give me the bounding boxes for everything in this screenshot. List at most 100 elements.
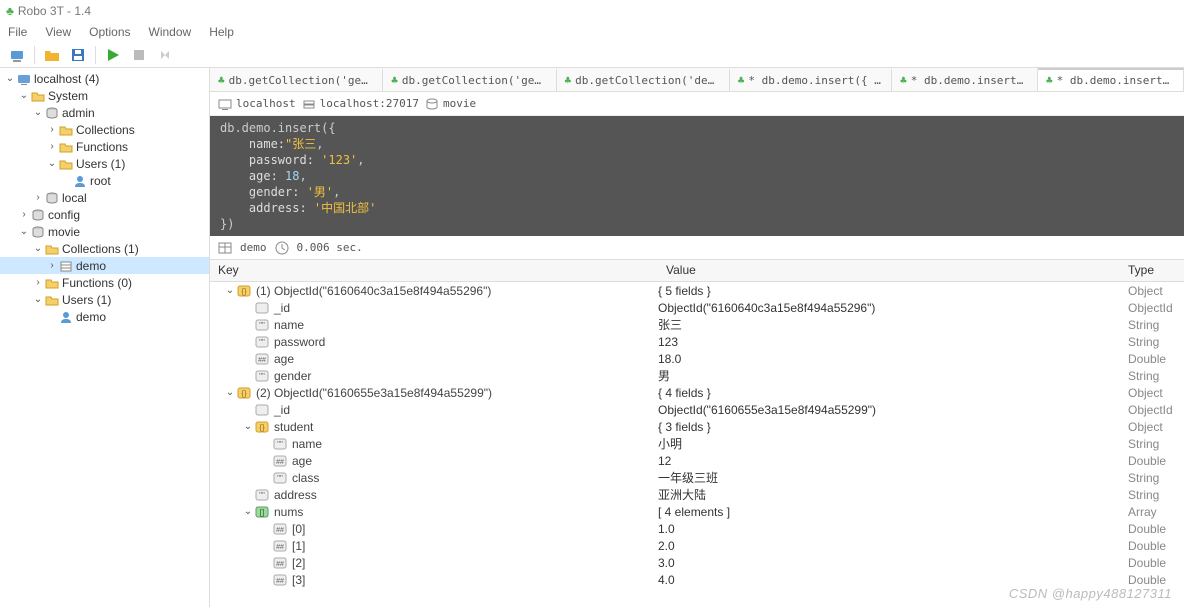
toggle-icon[interactable]: › xyxy=(46,141,58,152)
tree-item-admin[interactable]: ⌄admin xyxy=(0,104,209,121)
toggle-icon[interactable]: › xyxy=(32,277,44,288)
toggle-icon[interactable]: › xyxy=(46,260,58,271)
tree-item-users-1-[interactable]: ⌄ Users (1) xyxy=(0,155,209,172)
grid-row[interactable]: ⌄{}(2) ObjectId("6160655e3a15e8f494a5529… xyxy=(210,384,1184,401)
tree-label: root xyxy=(90,174,111,188)
app-title: Robo 3T - 1.4 xyxy=(18,4,91,18)
grid-row[interactable]: ##[1]2.0Double xyxy=(210,537,1184,554)
grid-type: Double xyxy=(1120,556,1184,570)
toggle-icon[interactable]: ⌄ xyxy=(224,285,236,296)
num-icon: ## xyxy=(272,573,288,587)
grid-row[interactable]: ⌄[]nums[ 4 elements ]Array xyxy=(210,503,1184,520)
arr-icon: [] xyxy=(254,505,270,519)
col-type[interactable]: Type xyxy=(1120,260,1184,281)
grid-key: password xyxy=(274,335,325,349)
grid-row[interactable]: ""password123String xyxy=(210,333,1184,350)
tab[interactable]: ♣* db.demo.insert( {··· xyxy=(892,68,1038,91)
toggle-icon[interactable]: ⌄ xyxy=(18,226,30,237)
grid-row[interactable]: ""class一年级三班String xyxy=(210,469,1184,486)
tree-item-functions[interactable]: ›Functions xyxy=(0,138,209,155)
svg-text:"": "" xyxy=(259,372,265,381)
toggle-icon[interactable]: › xyxy=(46,124,58,135)
stop-button[interactable] xyxy=(128,44,150,66)
toggle-icon[interactable]: ⌄ xyxy=(32,243,44,254)
grid-value: 4.0 xyxy=(658,573,1120,587)
grid-row[interactable]: ##[0]1.0Double xyxy=(210,520,1184,537)
grid-row[interactable]: ""name小明String xyxy=(210,435,1184,452)
tab-label: db.getCollection('genre'··· xyxy=(229,74,375,87)
col-key[interactable]: Key xyxy=(210,260,658,281)
grid-type: Double xyxy=(1120,454,1184,468)
db-icon xyxy=(44,190,60,206)
db-icon xyxy=(30,207,46,223)
grid-key: age xyxy=(292,454,312,468)
query-editor[interactable]: db.demo.insert({ name:"张三, password: '12… xyxy=(210,116,1184,236)
toggle-icon[interactable]: ⌄ xyxy=(242,421,254,432)
grid-row[interactable]: _idObjectId("6160640c3a15e8f494a55296")O… xyxy=(210,299,1184,316)
tree-item-collections-1-[interactable]: ⌄Collections (1) xyxy=(0,240,209,257)
app-icon: ♣ xyxy=(6,4,14,18)
open-button[interactable] xyxy=(41,44,63,66)
menu-file[interactable]: File xyxy=(8,25,27,39)
grid-row[interactable]: ##age18.0Double xyxy=(210,350,1184,367)
tab[interactable]: ♣db.getCollection('genre'··· xyxy=(383,68,556,91)
toggle-icon[interactable]: ⌄ xyxy=(4,73,16,84)
col-value[interactable]: Value xyxy=(658,260,1120,281)
tab[interactable]: ♣db.getCollection('demo')··· xyxy=(557,68,730,91)
tab[interactable]: ♣* db.demo.insert({ 'st··· xyxy=(730,68,892,91)
menu-view[interactable]: View xyxy=(45,25,71,39)
tree-label: demo xyxy=(76,259,106,273)
tree-item-local[interactable]: ›local xyxy=(0,189,209,206)
tree-item-system[interactable]: ⌄System xyxy=(0,87,209,104)
tab[interactable]: ♣* db.demo.insert( {··· xyxy=(1038,68,1184,91)
grid-type: String xyxy=(1120,318,1184,332)
tree-item-config[interactable]: › config xyxy=(0,206,209,223)
tab-label: * db.demo.insert({ 'st··· xyxy=(748,74,883,87)
sidebar-tree[interactable]: ⌄localhost (4)⌄System⌄admin›Collections›… xyxy=(0,68,210,607)
svg-text:{}: {} xyxy=(241,389,247,398)
grid-row[interactable]: ⌄{}(1) ObjectId("6160640c3a15e8f494a5529… xyxy=(210,282,1184,299)
grid-row[interactable]: ##[2]3.0Double xyxy=(210,554,1184,571)
run-button[interactable] xyxy=(102,44,124,66)
grid-row[interactable]: ##age12Double xyxy=(210,452,1184,469)
toggle-icon[interactable]: ⌄ xyxy=(46,158,58,169)
connect-button[interactable] xyxy=(6,44,28,66)
result-grid[interactable]: Key Value Type ⌄{}(1) ObjectId("6160640c… xyxy=(210,260,1184,607)
toggle-icon[interactable]: ⌄ xyxy=(32,294,44,305)
menu-window[interactable]: Window xyxy=(149,25,192,39)
rotate-button[interactable] xyxy=(154,44,176,66)
tree-label: config xyxy=(48,208,80,222)
tree-item-root[interactable]: root xyxy=(0,172,209,189)
ctx-db: movie xyxy=(425,97,476,111)
tree-label: Users (1) xyxy=(76,157,125,171)
toggle-icon[interactable]: ⌄ xyxy=(242,506,254,517)
tree-item-demo[interactable]: › demo xyxy=(0,257,209,274)
grid-type: Object xyxy=(1120,386,1184,400)
grid-row[interactable]: ""name张三String xyxy=(210,316,1184,333)
grid-row[interactable]: ""gender男String xyxy=(210,367,1184,384)
tab[interactable]: ♣db.getCollection('genre'··· xyxy=(210,68,383,91)
tree-item-collections[interactable]: ›Collections xyxy=(0,121,209,138)
tree-item-localhost-4-[interactable]: ⌄localhost (4) xyxy=(0,70,209,87)
tree-item-functions-0-[interactable]: ›Functions (0) xyxy=(0,274,209,291)
separator-icon xyxy=(95,46,96,64)
user-icon xyxy=(72,173,88,189)
toggle-icon[interactable]: ⌄ xyxy=(32,107,44,118)
str-icon: "" xyxy=(272,471,288,485)
tree-item-movie[interactable]: ⌄movie xyxy=(0,223,209,240)
grid-value: 男 xyxy=(658,367,1120,384)
toggle-icon[interactable]: ⌄ xyxy=(18,90,30,101)
grid-row[interactable]: _idObjectId("6160655e3a15e8f494a55299")O… xyxy=(210,401,1184,418)
save-button[interactable] xyxy=(67,44,89,66)
grid-type: String xyxy=(1120,369,1184,383)
menu-options[interactable]: Options xyxy=(89,25,130,39)
toggle-icon[interactable]: › xyxy=(32,192,44,203)
tree-item-demo[interactable]: demo xyxy=(0,308,209,325)
grid-row[interactable]: ""address亚洲大陆String xyxy=(210,486,1184,503)
toggle-icon[interactable]: › xyxy=(18,209,30,220)
toggle-icon[interactable]: ⌄ xyxy=(224,387,236,398)
menu-help[interactable]: Help xyxy=(209,25,234,39)
tree-item-users-1-[interactable]: ⌄Users (1) xyxy=(0,291,209,308)
svg-text:##: ## xyxy=(276,578,284,585)
grid-row[interactable]: ⌄{}student{ 3 fields }Object xyxy=(210,418,1184,435)
